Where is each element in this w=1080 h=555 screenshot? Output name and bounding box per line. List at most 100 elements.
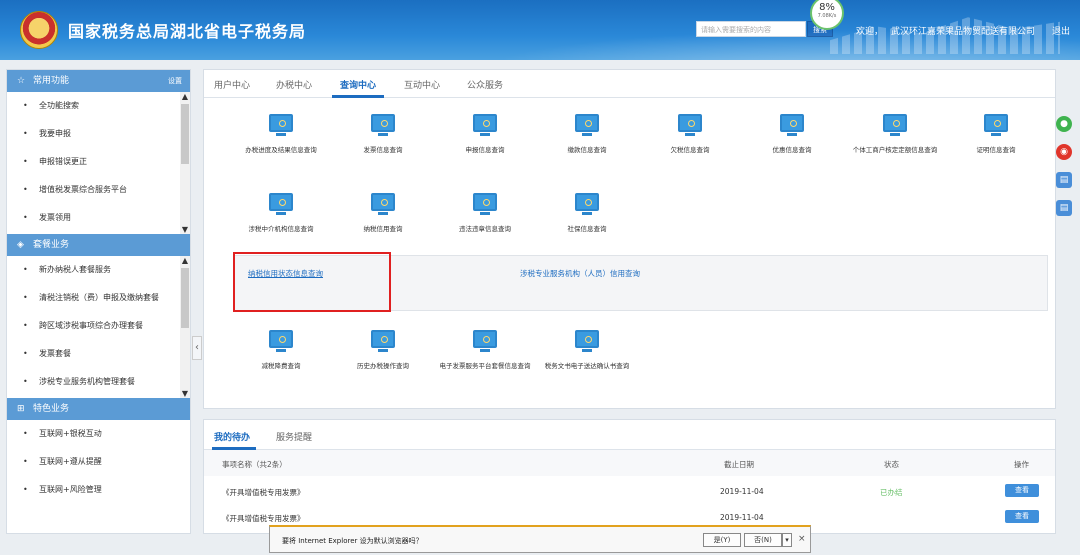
tile-document-delivery-query[interactable]: 税务文书电子送达确认书查询: [532, 330, 642, 371]
view-button[interactable]: 查看: [1005, 510, 1039, 523]
search-input[interactable]: 请输入需要搜索的内容: [696, 21, 806, 37]
logout-link[interactable]: 退出: [1052, 24, 1070, 37]
scrollbar[interactable]: ▲ ▼: [180, 92, 190, 234]
tile-credit-query[interactable]: 纳税信用查询: [328, 193, 438, 234]
monitor-icon: [371, 330, 395, 348]
sidebar-item-cross-region[interactable]: 跨区域涉税事项综合办理套餐: [7, 312, 190, 340]
settings-link[interactable]: 设置: [168, 70, 182, 92]
tile-preference-query[interactable]: 优惠信息查询: [737, 114, 847, 155]
monitor-icon: [984, 114, 1008, 132]
monitor-icon: [269, 193, 293, 211]
monitor-icon: [269, 330, 293, 348]
network-speed-widget: 8% 7.08K/s: [810, 0, 844, 30]
monitor-icon: [678, 114, 702, 132]
monitor-icon: [371, 193, 395, 211]
tab-tax-center[interactable]: 办税中心: [276, 78, 312, 91]
speed-percent: 8%: [819, 2, 835, 13]
star-icon: ☆: [17, 76, 26, 86]
tile-declaration-query[interactable]: 申报信息查询: [430, 114, 540, 155]
tab-interaction-center[interactable]: 互动中心: [404, 78, 440, 91]
sidebar-item-correction[interactable]: 申报错误更正: [7, 148, 190, 176]
tile-tax-reduction-query[interactable]: 减税降费查询: [226, 330, 336, 371]
tax-emblem-icon: [20, 11, 58, 49]
tile-progress-query[interactable]: 办税进度及结果信息查询: [226, 114, 336, 155]
scroll-thumb[interactable]: [181, 268, 189, 328]
scroll-down-icon[interactable]: ▼: [181, 225, 189, 234]
sidebar-item-agency-management[interactable]: 涉税专业服务机构管理套餐: [7, 368, 190, 396]
welcome-label: 欢迎，: [856, 27, 884, 37]
highlight-annotation: [233, 252, 391, 312]
printer-icon[interactable]: ▤: [1056, 200, 1072, 216]
monitor-icon: [473, 114, 497, 132]
section-title: 套餐业务: [33, 240, 70, 250]
tab-public-service[interactable]: 公众服务: [467, 78, 503, 91]
packages-list: 新办纳税人套餐服务 清税注销税（费）申报及缴纳套餐 跨区域涉税事项综合办理套餐 …: [7, 256, 190, 398]
sidebar-item-bank-tax[interactable]: 互联网+银税互动: [7, 420, 190, 448]
scrollbar[interactable]: ▲ ▼: [180, 256, 190, 398]
ie-message: 要将 Internet Explorer 设为默认浏览器吗？: [282, 537, 423, 545]
tile-individual-quota-query[interactable]: 个体工商户核定定额信息查询: [840, 114, 950, 155]
section-packages[interactable]: ◈ 套餐业务: [7, 234, 190, 256]
sidebar-item-deregistration[interactable]: 清税注销税（费）申报及缴纳套餐: [7, 284, 190, 312]
tile-e-invoice-package-query[interactable]: 电子发票服务平台套餐信息查询: [430, 330, 540, 371]
sidebar-item-compliance[interactable]: 互联网+遵从提醒: [7, 448, 190, 476]
sidebar-item-declare[interactable]: 我要申报: [7, 120, 190, 148]
monitor-icon: [575, 114, 599, 132]
task-deadline: 2019-11-04: [720, 487, 764, 496]
company-name[interactable]: 武汉环江嘉荣果品物贸配送有限公司: [891, 27, 1035, 37]
site-header: 国家税务总局湖北省电子税务局 请输入需要搜索的内容 搜索 8% 7.08K/s …: [0, 0, 1080, 60]
view-button[interactable]: 查看: [1005, 484, 1039, 497]
common-list: 全功能搜索 我要申报 申报错误更正 增值税发票综合服务平台 发票领用 ▲ ▼: [7, 92, 190, 234]
close-icon[interactable]: ×: [798, 534, 806, 544]
welcome-text: 欢迎， 武汉环江嘉荣果品物贸配送有限公司: [856, 24, 1035, 37]
tab-my-todo[interactable]: 我的待办: [214, 430, 250, 443]
col-action: 操作: [1014, 460, 1029, 469]
scroll-down-icon[interactable]: ▼: [181, 389, 189, 398]
tile-violation-query[interactable]: 违法违章信息查询: [430, 193, 540, 234]
monitor-icon: [883, 114, 907, 132]
main-tabs: 用户中心 办税中心 查询中心 互动中心 公众服务: [204, 70, 1055, 98]
task-status: 已办结: [880, 488, 903, 497]
task-name[interactable]: 《开具增值税专用发票》: [222, 513, 305, 524]
agency-credit-query-link[interactable]: 涉税专业服务机构（人员）信用查询: [520, 268, 640, 279]
weibo-icon[interactable]: ◉: [1056, 144, 1072, 160]
tab-service-reminder[interactable]: 服务提醒: [276, 430, 312, 443]
sidebar-item-risk[interactable]: 互联网+风险管理: [7, 476, 190, 504]
no-button[interactable]: 否(N): [744, 533, 782, 547]
section-title: 常用功能: [33, 76, 70, 86]
query-panel: 用户中心 办税中心 查询中心 互动中心 公众服务 办税进度及结果信息查询 发票信…: [203, 69, 1056, 409]
site-title: 国家税务总局湖北省电子税务局: [68, 22, 307, 41]
tile-agency-query[interactable]: 涉税中介机构信息查询: [226, 193, 336, 234]
special-list: 互联网+银税互动 互联网+遵从提醒 互联网+风险管理: [7, 420, 190, 504]
tab-user-center[interactable]: 用户中心: [214, 78, 250, 91]
sidebar-collapse-button[interactable]: ‹: [192, 336, 202, 360]
tile-invoice-query[interactable]: 发票信息查询: [328, 114, 438, 155]
yes-button[interactable]: 是(Y): [703, 533, 741, 547]
tile-payment-query[interactable]: 缴款信息查询: [532, 114, 642, 155]
tile-arrears-query[interactable]: 欠税信息查询: [635, 114, 745, 155]
tile-certificate-query[interactable]: 证明信息查询: [941, 114, 1051, 155]
scroll-thumb[interactable]: [181, 104, 189, 164]
sidebar-item-new-taxpayer[interactable]: 新办纳税人套餐服务: [7, 256, 190, 284]
section-special[interactable]: ⊞ 特色业务: [7, 398, 190, 420]
monitor-icon: [269, 114, 293, 132]
tile-history-query[interactable]: 历史办税操作查询: [328, 330, 438, 371]
wechat-icon[interactable]: ●: [1056, 116, 1072, 132]
tab-query-center[interactable]: 查询中心: [340, 78, 376, 91]
monitor-icon: [575, 193, 599, 211]
printer-icon[interactable]: ▤: [1056, 172, 1072, 188]
monitor-icon: [575, 330, 599, 348]
active-tab-indicator: [332, 95, 384, 98]
speed-rate: 7.08K/s: [817, 13, 837, 19]
task-name[interactable]: 《开具增值税专用发票》: [222, 487, 305, 498]
scroll-up-icon[interactable]: ▲: [181, 92, 189, 101]
sidebar-item-invoice-platform[interactable]: 增值税发票综合服务平台: [7, 176, 190, 204]
sidebar-item-invoice-package[interactable]: 发票套餐: [7, 340, 190, 368]
sidebar-item-full-search[interactable]: 全功能搜索: [7, 92, 190, 120]
dropdown-arrow-icon[interactable]: ▾: [782, 533, 792, 547]
sidebar-item-invoice-apply[interactable]: 发票领用: [7, 204, 190, 232]
section-common[interactable]: ☆ 常用功能 设置: [7, 70, 190, 92]
tile-social-security-query[interactable]: 社保信息查询: [532, 193, 642, 234]
scroll-up-icon[interactable]: ▲: [181, 256, 189, 265]
grid-icon: ⊞: [17, 404, 25, 414]
